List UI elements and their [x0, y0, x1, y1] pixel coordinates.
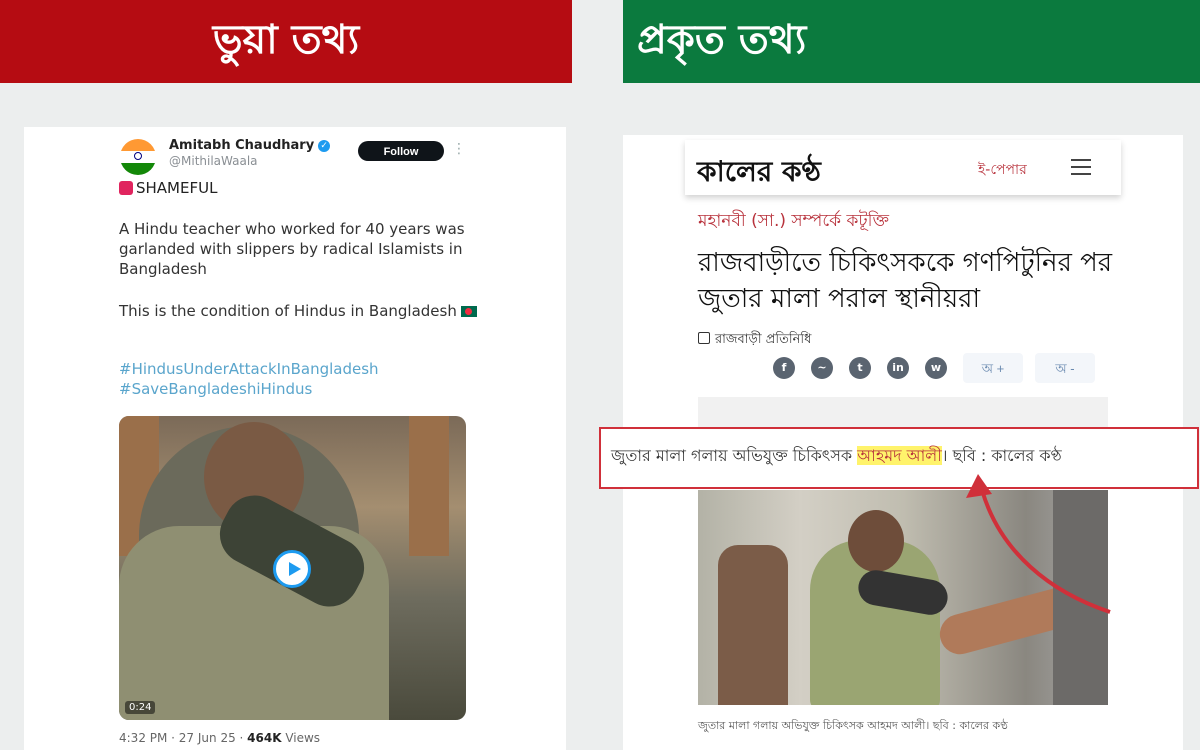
share-bar: f ~ t in w [773, 357, 947, 379]
messenger-icon[interactable]: ~ [811, 357, 833, 379]
hashtag-link[interactable]: #HindusUnderAttackInBangladesh [119, 360, 379, 378]
video-duration: 0:24 [125, 701, 156, 714]
font-decrease-button[interactable]: অ - [1035, 353, 1095, 383]
tweet-text-second: This is the condition of Hindus in Bangl… [119, 301, 479, 321]
red-arrow-icon [966, 474, 1111, 614]
hashtag-link[interactable]: #SaveBangladeshiHindus [119, 380, 312, 398]
verified-badge-icon: ✓ [318, 140, 331, 152]
tweet-video[interactable]: 0:24 [119, 416, 466, 720]
tweet-text: A Hindu teacher who worked for 40 years … [119, 220, 465, 278]
news-header: কালের কণ্ঠ ই-পেপার [685, 140, 1121, 195]
font-increase-button[interactable]: অ + [963, 353, 1023, 383]
play-button[interactable] [273, 550, 311, 588]
bangladesh-flag-icon [460, 306, 477, 317]
linkedin-icon[interactable]: in [887, 357, 909, 379]
real-info-banner: প্রকৃত তথ্য [623, 0, 1200, 83]
tweet-meta: 4:32 PM · 27 Jun 25 · 464K Views [119, 731, 321, 745]
news-byline: রাজবাড়ী প্রতিনিধি [698, 330, 811, 351]
edit-icon [698, 332, 710, 344]
tweet-author-handle[interactable]: @MithilaWaala [169, 154, 258, 168]
tweet-alert-line: SHAMEFUL [119, 179, 217, 197]
epaper-link[interactable]: ই-পেপার [978, 158, 1027, 182]
news-logo[interactable]: কালের কণ্ঠ [697, 150, 821, 197]
twitter-icon[interactable]: t [849, 357, 871, 379]
fake-info-banner: ভুয়া তথ্য [0, 0, 572, 83]
highlighted-name: আহমদ আলী [857, 446, 942, 465]
tweet-author-name[interactable]: Amitabh Chaudhary ✓ [169, 138, 331, 153]
facebook-icon[interactable]: f [773, 357, 795, 379]
follow-button[interactable]: Follow [358, 141, 444, 161]
menu-icon[interactable] [1071, 159, 1091, 180]
tweet-card: Amitabh Chaudhary ✓ @MithilaWaala Follow … [24, 127, 566, 750]
avatar[interactable] [120, 139, 156, 175]
whatsapp-icon[interactable]: w [925, 357, 947, 379]
news-headline: রাজবাড়ীতে চিকিৎসককে গণপিটুনির পর জুতার … [698, 248, 1113, 314]
photo-caption: জুতার মালা গলায় অভিযুক্ত চিকিৎসক আহমদ আ… [698, 719, 1008, 732]
news-category[interactable]: মহানবী (সা.) সম্পর্কে কটূক্তি [698, 208, 889, 236]
more-options-icon[interactable]: ⋮ [452, 141, 466, 157]
siren-icon [119, 181, 133, 195]
